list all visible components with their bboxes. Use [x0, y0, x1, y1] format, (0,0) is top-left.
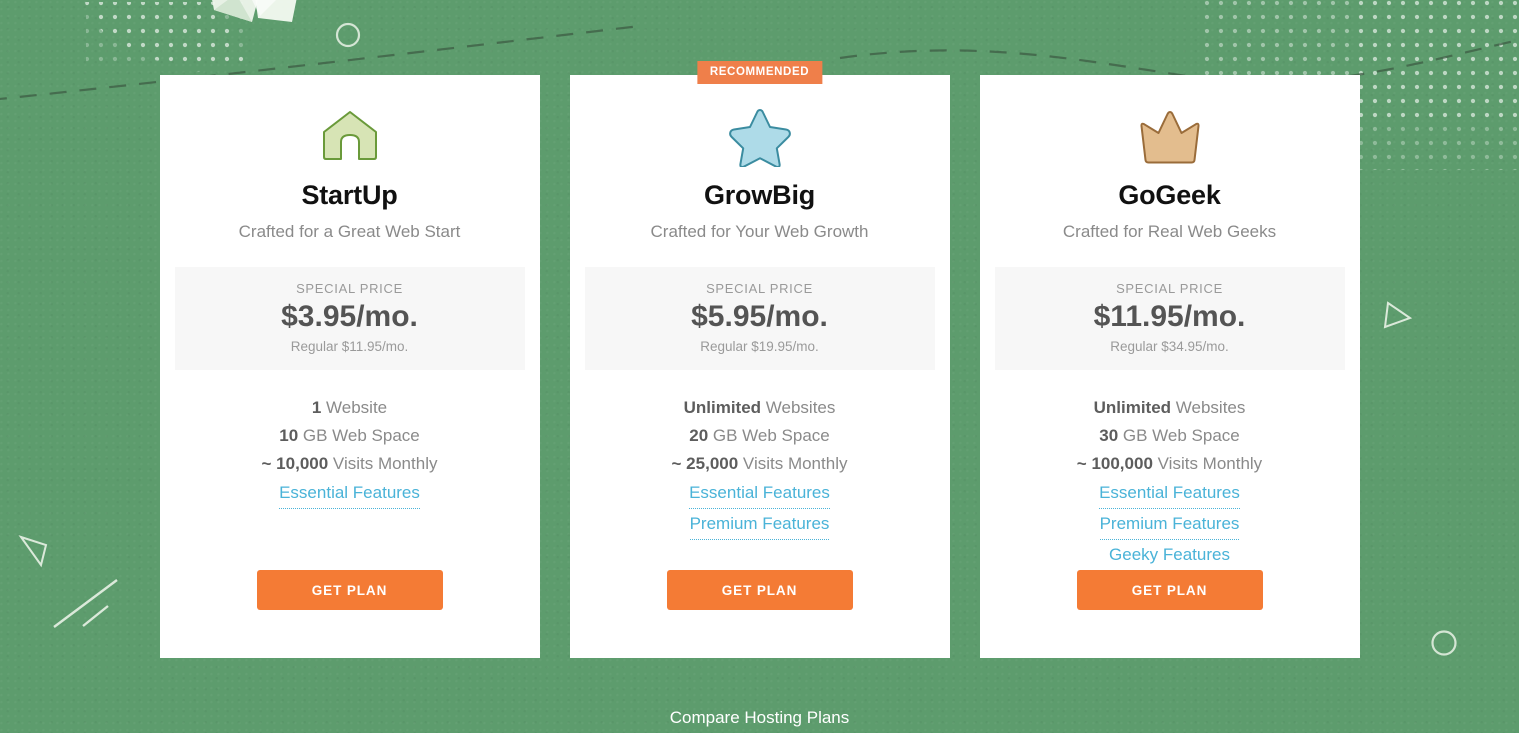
special-price-label: SPECIAL PRICE	[296, 280, 403, 296]
get-plan-button[interactable]: GET PLAN	[666, 570, 853, 610]
cta-wrap: GET PLAN	[256, 570, 443, 610]
regular-price: Regular $34.95/mo.	[1110, 339, 1229, 355]
feature-line: ~ 100,000 Visits Monthly	[980, 450, 1360, 478]
compare-hosting-plans-link[interactable]: Compare Hosting Plans	[670, 708, 850, 727]
plan-name: StartUp	[301, 180, 398, 210]
compare-plans-wrap: Compare Hosting Plans	[0, 708, 1519, 728]
cta-wrap: GET PLAN	[666, 570, 853, 610]
feature-text: GB Web Space	[1118, 426, 1240, 446]
feature-line: 10 GB Web Space	[160, 422, 540, 450]
plan-tagline: Crafted for Real Web Geeks	[1062, 221, 1277, 241]
pricing-plans-row: StartUp Crafted for a Great Web Start SPEC…	[0, 61, 1519, 658]
feature-text: Visits Monthly	[328, 454, 438, 474]
feature-link-essential-features[interactable]: Essential Features	[279, 478, 420, 510]
feature-link-row: Premium Features	[980, 509, 1360, 541]
feature-text: GB Web Space	[708, 426, 830, 446]
feature-link-essential-features[interactable]: Essential Features	[1099, 478, 1240, 510]
plan-card-gogeek: GoGeek Crafted for Real Web Geeks SPECIAL …	[979, 75, 1360, 658]
feature-line: ~ 25,000 Visits Monthly	[570, 450, 950, 478]
feature-link-row: Essential Features	[570, 478, 950, 510]
feature-value: ~ 10,000	[261, 454, 329, 474]
feature-link-premium-features[interactable]: Premium Features	[1099, 509, 1240, 541]
feature-link-row: Essential Features	[160, 478, 540, 510]
feature-value: 20	[689, 426, 709, 446]
paper-plane-icon	[212, 0, 297, 22]
price-box: SPECIAL PRICE $3.95/mo. Regular $11.95/mo.	[174, 266, 525, 371]
feature-value: 30	[1099, 426, 1119, 446]
feature-link-essential-features[interactable]: Essential Features	[689, 478, 830, 510]
crown-icon	[1139, 111, 1200, 164]
plan-name: GrowBig	[703, 180, 816, 210]
feature-line: Unlimited Websites	[570, 394, 950, 422]
plan-tagline: Crafted for a Great Web Start	[238, 221, 461, 241]
feature-value: ~ 25,000	[671, 454, 739, 474]
feature-value: Unlimited	[683, 398, 762, 418]
cta-wrap: GET PLAN	[1076, 570, 1263, 611]
feature-text: Visits Monthly	[738, 454, 848, 474]
feature-text: Websites	[1171, 398, 1246, 418]
plan-icon-wrap	[1139, 105, 1201, 167]
recommended-badge: RECOMMENDED	[696, 61, 823, 84]
feature-line: ~ 10,000 Visits Monthly	[160, 450, 540, 478]
feature-line: 30 GB Web Space	[980, 422, 1360, 450]
regular-price: Regular $19.95/mo.	[700, 339, 819, 355]
plan-tagline: Crafted for Your Web Growth	[650, 221, 869, 241]
feature-line: 1 Website	[160, 394, 540, 422]
plan-card-startup: StartUp Crafted for a Great Web Start SPEC…	[159, 75, 540, 658]
features-list: Unlimited Websites 20 GB Web Space ~ 25,00…	[570, 394, 950, 541]
price-amount: $5.95/mo.	[691, 299, 828, 333]
feature-value: 1	[311, 398, 322, 418]
get-plan-button[interactable]: GET PLAN	[1076, 570, 1263, 611]
feature-text: Website	[321, 398, 388, 418]
plan-card-growbig: RECOMMENDED GrowBig Crafted for Your Web G…	[569, 61, 950, 658]
plan-name: GoGeek	[1118, 180, 1221, 210]
feature-value: 10	[279, 426, 299, 446]
price-amount: $3.95/mo.	[281, 299, 418, 333]
plan-icon-wrap	[728, 105, 791, 167]
price-amount: $11.95/mo.	[1093, 299, 1246, 333]
feature-line: 20 GB Web Space	[570, 422, 950, 450]
price-box: SPECIAL PRICE $11.95/mo. Regular $34.95/mo…	[994, 266, 1345, 371]
feature-link-premium-features[interactable]: Premium Features	[689, 509, 830, 541]
house-icon	[322, 111, 377, 160]
feature-value: Unlimited	[1093, 398, 1172, 418]
features-list: 1 Website 10 GB Web Space ~ 10,000 Visits …	[160, 394, 540, 510]
star-icon	[728, 109, 791, 167]
feature-value: ~ 100,000	[1076, 454, 1153, 474]
dot-grid-top-left	[78, 2, 246, 72]
feature-text: Websites	[761, 398, 836, 418]
regular-price: Regular $11.95/mo.	[290, 339, 409, 355]
feature-link-row: Essential Features	[980, 478, 1360, 510]
feature-link-row: Geeky Features	[980, 540, 1360, 570]
special-price-label: SPECIAL PRICE	[706, 280, 813, 296]
plan-icon-wrap	[319, 105, 381, 167]
feature-line: Unlimited Websites	[980, 394, 1360, 422]
feature-link-row: Premium Features	[570, 509, 950, 541]
special-price-label: SPECIAL PRICE	[1116, 280, 1223, 296]
price-box: SPECIAL PRICE $5.95/mo. Regular $19.95/mo.	[584, 266, 935, 371]
feature-text: Visits Monthly	[1152, 454, 1263, 474]
circle-outline-top	[335, 22, 361, 48]
features-list: Unlimited Websites 30 GB Web Space ~ 100,0…	[980, 394, 1360, 570]
feature-link-geeky-features[interactable]: Geeky Features	[1109, 540, 1230, 570]
feature-text: GB Web Space	[298, 426, 420, 446]
get-plan-button[interactable]: GET PLAN	[256, 570, 443, 610]
